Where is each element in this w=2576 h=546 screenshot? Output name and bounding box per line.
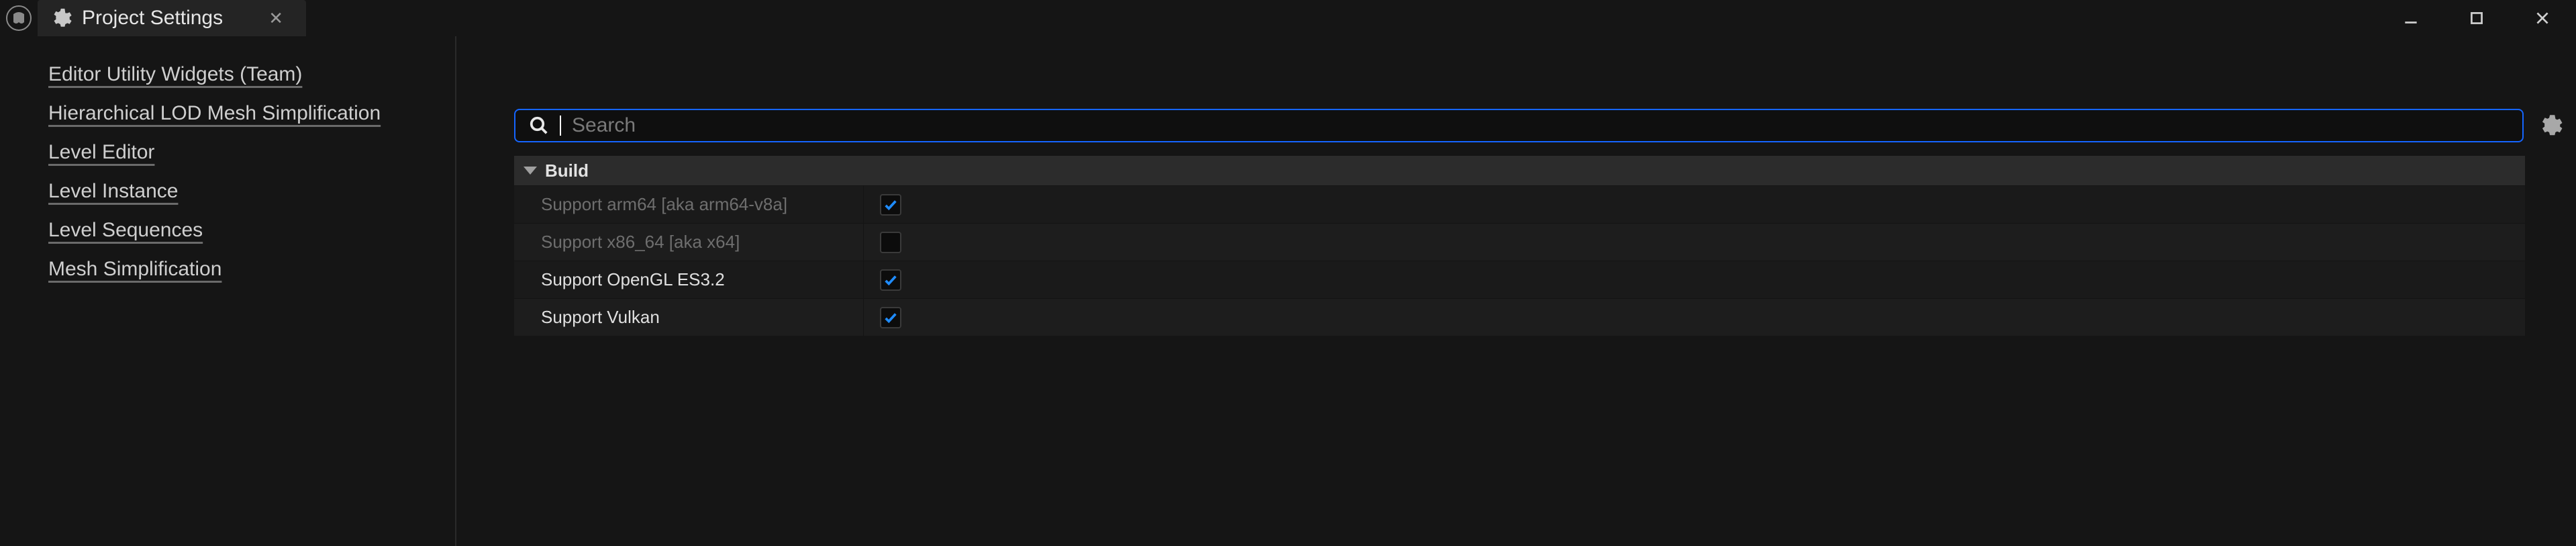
checkbox-support-arm64[interactable] — [880, 194, 901, 216]
prop-value — [863, 224, 997, 261]
prop-label: Support OpenGL ES3.2 — [541, 269, 863, 290]
sidebar-item-editor-utility-widgets[interactable]: Editor Utility Widgets (Team) — [48, 63, 302, 86]
group-header-build[interactable]: Build — [514, 156, 2525, 185]
body: Editor Utility Widgets (Team) Hierarchic… — [0, 36, 2576, 546]
search-box[interactable] — [514, 109, 2524, 142]
minimize-button[interactable] — [2391, 0, 2431, 36]
checkmark-icon — [883, 197, 898, 212]
sidebar-nav: Editor Utility Widgets (Team) Hierarchic… — [48, 63, 463, 281]
sidebar-item-mesh-simplification[interactable]: Mesh Simplification — [48, 258, 221, 281]
checkbox-support-x86-64[interactable] — [880, 232, 901, 253]
checkmark-icon — [883, 273, 898, 287]
tab-title: Project Settings — [82, 7, 254, 30]
group-title: Build — [545, 161, 589, 181]
maximize-button[interactable] — [2457, 0, 2497, 36]
tab-close-button[interactable]: ✕ — [263, 5, 289, 32]
sidebar-item-level-sequences[interactable]: Level Sequences — [48, 219, 203, 242]
prop-label: Support Vulkan — [541, 307, 863, 328]
checkbox-support-vulkan[interactable] — [880, 307, 901, 328]
sidebar: Editor Utility Widgets (Team) Hierarchic… — [0, 36, 463, 546]
unreal-logo — [0, 0, 38, 36]
chevron-down-icon — [524, 167, 537, 175]
main-panel: Build Support arm64 [aka arm64-v8a] Supp… — [463, 36, 2576, 546]
checkbox-support-opengl-es32[interactable] — [880, 269, 901, 291]
sidebar-scrollbar[interactable] — [455, 36, 456, 546]
titlebar-drag-region[interactable] — [306, 0, 2391, 36]
sidebar-item-hierarchical-lod[interactable]: Hierarchical LOD Mesh Simplification — [48, 102, 381, 125]
prop-value — [863, 186, 997, 223]
titlebar: Project Settings ✕ — [0, 0, 2576, 36]
prop-row-support-x86-64: Support x86_64 [aka x64] — [514, 223, 2525, 261]
checkmark-icon — [883, 310, 898, 325]
prop-value — [863, 261, 997, 298]
tab-project-settings[interactable]: Project Settings ✕ — [38, 0, 306, 36]
prop-row-support-vulkan: Support Vulkan — [514, 298, 2525, 336]
window-close-button[interactable] — [2522, 0, 2563, 36]
search-icon — [529, 116, 549, 136]
search-row — [514, 109, 2565, 142]
sidebar-item-level-editor[interactable]: Level Editor — [48, 141, 154, 164]
settings-gear-button[interactable] — [2536, 111, 2565, 140]
window-controls — [2391, 0, 2576, 36]
group-build: Build Support arm64 [aka arm64-v8a] Supp… — [514, 156, 2525, 336]
gear-icon — [50, 7, 72, 30]
prop-label: Support x86_64 [aka x64] — [541, 232, 863, 253]
search-input[interactable] — [572, 114, 2509, 137]
prop-row-support-arm64: Support arm64 [aka arm64-v8a] — [514, 185, 2525, 223]
sidebar-item-level-instance[interactable]: Level Instance — [48, 180, 178, 203]
prop-value — [863, 299, 997, 336]
text-caret — [560, 116, 561, 136]
prop-label: Support arm64 [aka arm64-v8a] — [541, 194, 863, 215]
prop-row-support-opengl-es32: Support OpenGL ES3.2 — [514, 261, 2525, 298]
